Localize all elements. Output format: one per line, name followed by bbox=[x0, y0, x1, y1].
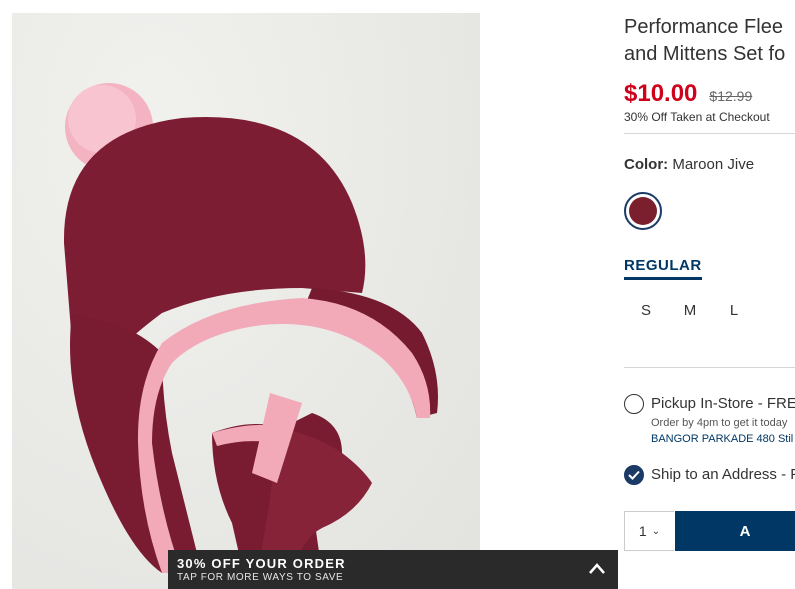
promo-title: 30% OFF YOUR ORDER bbox=[177, 556, 346, 571]
promo-banner[interactable]: 30% OFF YOUR ORDER TAP FOR MORE WAYS TO … bbox=[168, 550, 618, 589]
chevron-up-icon[interactable] bbox=[588, 562, 606, 576]
product-image[interactable] bbox=[12, 13, 480, 589]
promo-subtitle: TAP FOR MORE WAYS TO SAVE bbox=[177, 572, 344, 583]
pickup-option[interactable]: Pickup In-Store - FREE bbox=[624, 394, 795, 414]
original-price: $12.99 bbox=[709, 88, 753, 104]
hat-and-mittens-illustration bbox=[63, 83, 438, 589]
color-value: Maroon Jive bbox=[672, 156, 755, 173]
chevron-down-icon: ⌄ bbox=[651, 525, 661, 537]
divider bbox=[624, 367, 795, 368]
sale-price: $10.00 bbox=[624, 80, 698, 107]
color-row: Color: Maroon Jive bbox=[624, 156, 754, 173]
add-to-bag-label: A bbox=[739, 522, 751, 540]
color-swatch-maroon-jive[interactable] bbox=[624, 192, 662, 230]
size-selector: S M L bbox=[624, 300, 756, 322]
price-row: $10.00 $12.99 bbox=[624, 80, 752, 108]
pickup-note: Order by 4pm to get it today bbox=[651, 417, 788, 429]
checkmark-icon bbox=[628, 470, 640, 480]
product-title-line1: Performance Flee bbox=[624, 16, 783, 38]
divider bbox=[624, 133, 795, 134]
pickup-store-link[interactable]: BANGOR PARKADE 480 Stil bbox=[651, 433, 793, 445]
product-title: Performance Flee and Mittens Set fo bbox=[624, 14, 795, 68]
size-button-l[interactable]: L bbox=[712, 300, 756, 322]
quantity-value: 1 bbox=[638, 523, 647, 539]
size-button-s[interactable]: S bbox=[624, 300, 668, 322]
product-title-line2: and Mittens Set fo bbox=[624, 43, 786, 65]
ship-option[interactable]: Ship to an Address - F bbox=[624, 465, 795, 485]
pickup-label: Pickup In-Store - FREE bbox=[651, 395, 795, 412]
discount-note: 30% Off Taken at Checkout bbox=[624, 110, 770, 124]
ship-radio-checked[interactable] bbox=[624, 465, 644, 485]
add-to-bag-button[interactable]: A bbox=[675, 511, 795, 551]
tab-regular[interactable]: REGULAR bbox=[624, 257, 702, 280]
ship-label: Ship to an Address - F bbox=[651, 466, 795, 483]
quantity-select[interactable]: 1 ⌄ bbox=[624, 511, 674, 551]
color-label: Color: bbox=[624, 156, 669, 173]
size-button-m[interactable]: M bbox=[668, 300, 712, 322]
swatch-chip bbox=[629, 197, 657, 225]
pickup-radio[interactable] bbox=[624, 394, 644, 414]
